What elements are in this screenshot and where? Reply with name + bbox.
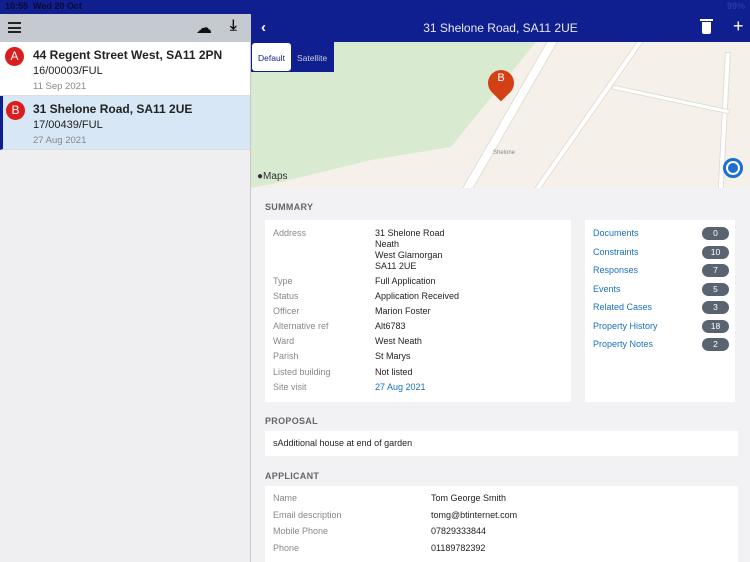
field-value: Full Application (375, 276, 436, 286)
field-value[interactable]: 27 Aug 2021 (375, 382, 426, 393)
item-ref: 16/00003/FUL (33, 65, 103, 77)
map-type-tabs: Default Satellite (251, 42, 334, 72)
map-view[interactable]: Default Satellite B Shelone ●Maps (251, 42, 750, 188)
marker-badge: B (6, 101, 25, 120)
cloud-upload-icon[interactable]: ☁ (196, 18, 212, 38)
tab-default[interactable]: Default (252, 43, 291, 71)
field-label: Parish (273, 351, 299, 361)
field-label: Type (273, 276, 293, 286)
list-item-selected[interactable]: B 31 Shelone Road, SA11 2UE 17/00439/FUL… (0, 96, 250, 150)
item-date: 11 Sep 2021 (33, 81, 87, 92)
summary-link-constraints[interactable]: Constraints (593, 247, 639, 258)
summary-links-card: Documents 0 Constraints 10 Responses 7 Events 5… (585, 220, 735, 402)
count-badge: 5 (702, 282, 729, 296)
item-address: 31 Shelone Road, SA11 2UE (33, 102, 193, 116)
place-label: Shelone (493, 150, 516, 156)
item-address: 44 Regent Street West, SA11 2PN (33, 48, 223, 62)
list-item[interactable]: A 44 Regent Street West, SA11 2PN 16/000… (0, 42, 250, 96)
battery-level: 99% (726, 1, 745, 11)
summary-card: Address 31 Shelone Road Neath West Glamor… (265, 220, 571, 402)
status-time: 10:55 (5, 1, 29, 11)
summary-link-property-notes[interactable]: Property Notes (593, 339, 653, 350)
proposal-heading: PROPOSAL (265, 416, 318, 426)
applicant-heading: APPLICANT (265, 471, 320, 481)
applicant-card: Name Tom George Smith Email description tom… (265, 486, 738, 562)
summary-link-responses[interactable]: Responses (593, 265, 638, 276)
summary-heading: SUMMARY (265, 202, 314, 212)
summary-link-events[interactable]: Events (593, 284, 621, 295)
menu-icon[interactable] (8, 22, 21, 33)
field-value: tomg@btinternet.com (431, 509, 518, 520)
item-date: 27 Aug 2021 (33, 135, 87, 146)
field-label: Phone (273, 542, 300, 553)
count-badge: 2 (702, 338, 729, 351)
count-badge: 3 (702, 301, 729, 314)
field-label: Officer (273, 306, 300, 316)
tab-satellite[interactable]: Satellite (291, 43, 333, 71)
field-label: Alternative ref (273, 321, 329, 331)
download-icon[interactable]: ⤓ (230, 17, 237, 34)
add-icon[interactable]: + (733, 16, 744, 37)
map-road (611, 84, 731, 115)
trash-icon[interactable] (700, 19, 713, 34)
application-list-pane: ☁ ⤓ A 44 Regent Street West, SA11 2PN 16… (0, 14, 251, 562)
field-value: Tom George Smith (431, 493, 507, 503)
summary-link-documents[interactable]: Documents (593, 228, 639, 239)
field-label: Site visit (273, 382, 307, 392)
field-value: West Neath (375, 336, 422, 346)
summary-link-related-cases[interactable]: Related Cases (593, 302, 652, 313)
field-value: 01189782392 (431, 542, 486, 553)
detail-navbar: ‹ 31 Shelone Road, SA11 2UE + (251, 14, 750, 42)
maps-attribution: Maps (263, 171, 288, 182)
status-date: Wed 20 Oct (33, 1, 82, 11)
field-label: Name (273, 493, 298, 503)
current-location-icon[interactable] (723, 158, 743, 178)
field-value: Not listed (375, 367, 413, 377)
count-badge: 18 (702, 319, 729, 333)
field-value: Application Received (375, 291, 460, 301)
field-value: 31 Shelone Road Neath West Glamorgan SA1… (375, 228, 445, 271)
field-value: Marion Foster (375, 306, 431, 316)
list-toolbar: ☁ ⤓ (0, 14, 250, 42)
field-label: Status (273, 291, 299, 301)
map-pin-label: B (497, 72, 505, 84)
field-label: Ward (273, 336, 295, 346)
marker-badge: A (5, 47, 24, 66)
field-label: Mobile Phone (273, 526, 329, 536)
field-value: St Marys (375, 351, 411, 361)
proposal-text: sAdditional house at end of garden (273, 438, 413, 448)
field-value: 07829333844 (431, 526, 487, 536)
proposal-card: sAdditional house at end of garden (265, 431, 738, 456)
field-value: Alt6783 (375, 321, 406, 331)
count-badge: 10 (702, 245, 729, 259)
field-label: Address (273, 228, 307, 238)
count-badge: 0 (702, 227, 729, 240)
count-badge: 7 (702, 264, 729, 277)
status-bar: 10:55 Wed 20 Oct 99% (0, 0, 750, 14)
item-ref: 17/00439/FUL (33, 119, 103, 131)
field-label: Listed building (273, 367, 331, 377)
field-label: Email description (273, 509, 342, 520)
page-title: 31 Shelone Road, SA11 2UE (423, 21, 578, 35)
summary-link-property-history[interactable]: Property History (593, 321, 658, 332)
